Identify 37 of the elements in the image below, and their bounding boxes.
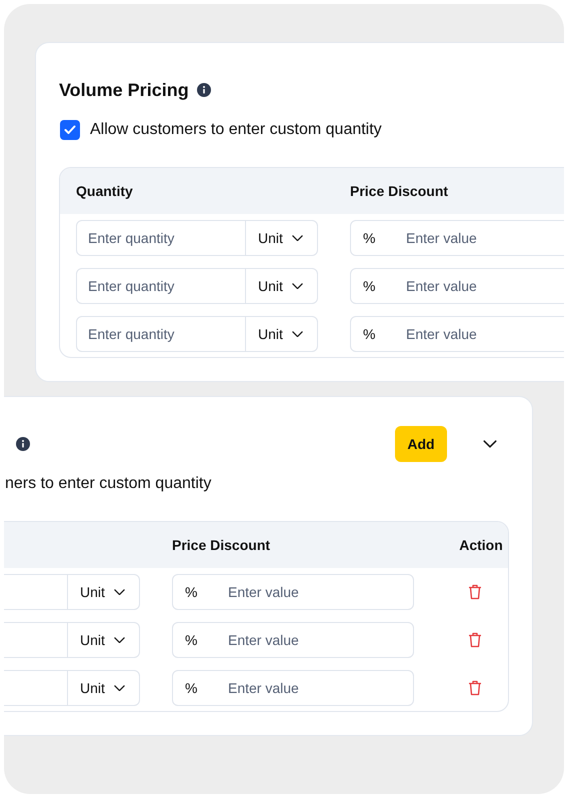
column-header: Price Discount <box>350 183 450 199</box>
trash-icon[interactable] <box>468 584 482 600</box>
trash-icon[interactable] <box>468 680 482 696</box>
add-button[interactable]: Add <box>395 426 447 462</box>
chevron-down-icon <box>114 636 125 644</box>
unit-dropdown[interactable]: Unit <box>68 574 140 610</box>
chevron-down-icon <box>114 684 125 692</box>
percent-label: % <box>363 278 376 294</box>
unit-dropdown[interactable]: Unit <box>246 220 318 256</box>
percent-label: % <box>185 584 198 600</box>
column-header: Quantity <box>76 183 134 199</box>
section-title: Volume Pricing <box>59 80 189 100</box>
column-header: Price Discount <box>172 537 272 553</box>
column-header: Action <box>459 537 503 553</box>
checkbox-label: ners to enter custom quantity <box>5 475 212 493</box>
chevron-down-icon <box>292 330 303 338</box>
quantity-field[interactable]: Enter quantity <box>76 220 246 256</box>
quantity-field[interactable]: Enter quantity <box>76 316 246 352</box>
chevron-down-icon <box>292 282 303 290</box>
checkbox-label: Allow customers to enter custom quantity <box>90 121 382 139</box>
unit-dropdown[interactable]: Unit <box>246 316 318 352</box>
check-icon <box>64 125 76 135</box>
trash-icon[interactable] <box>468 632 482 648</box>
checkbox[interactable] <box>60 120 80 140</box>
unit-dropdown[interactable]: Unit <box>68 622 140 658</box>
chevron-down-icon[interactable] <box>483 440 497 448</box>
percent-label: % <box>363 326 376 342</box>
quantity-field[interactable]: Enter quantity <box>76 268 246 304</box>
info-icon <box>196 83 211 97</box>
percent-label: % <box>185 680 198 696</box>
percent-label: % <box>185 632 198 648</box>
chevron-down-icon <box>114 588 125 596</box>
percent-label: % <box>363 230 376 246</box>
unit-dropdown[interactable]: Unit <box>246 268 318 304</box>
info-icon <box>16 437 30 451</box>
unit-dropdown[interactable]: Unit <box>68 670 140 706</box>
chevron-down-icon <box>292 234 303 242</box>
